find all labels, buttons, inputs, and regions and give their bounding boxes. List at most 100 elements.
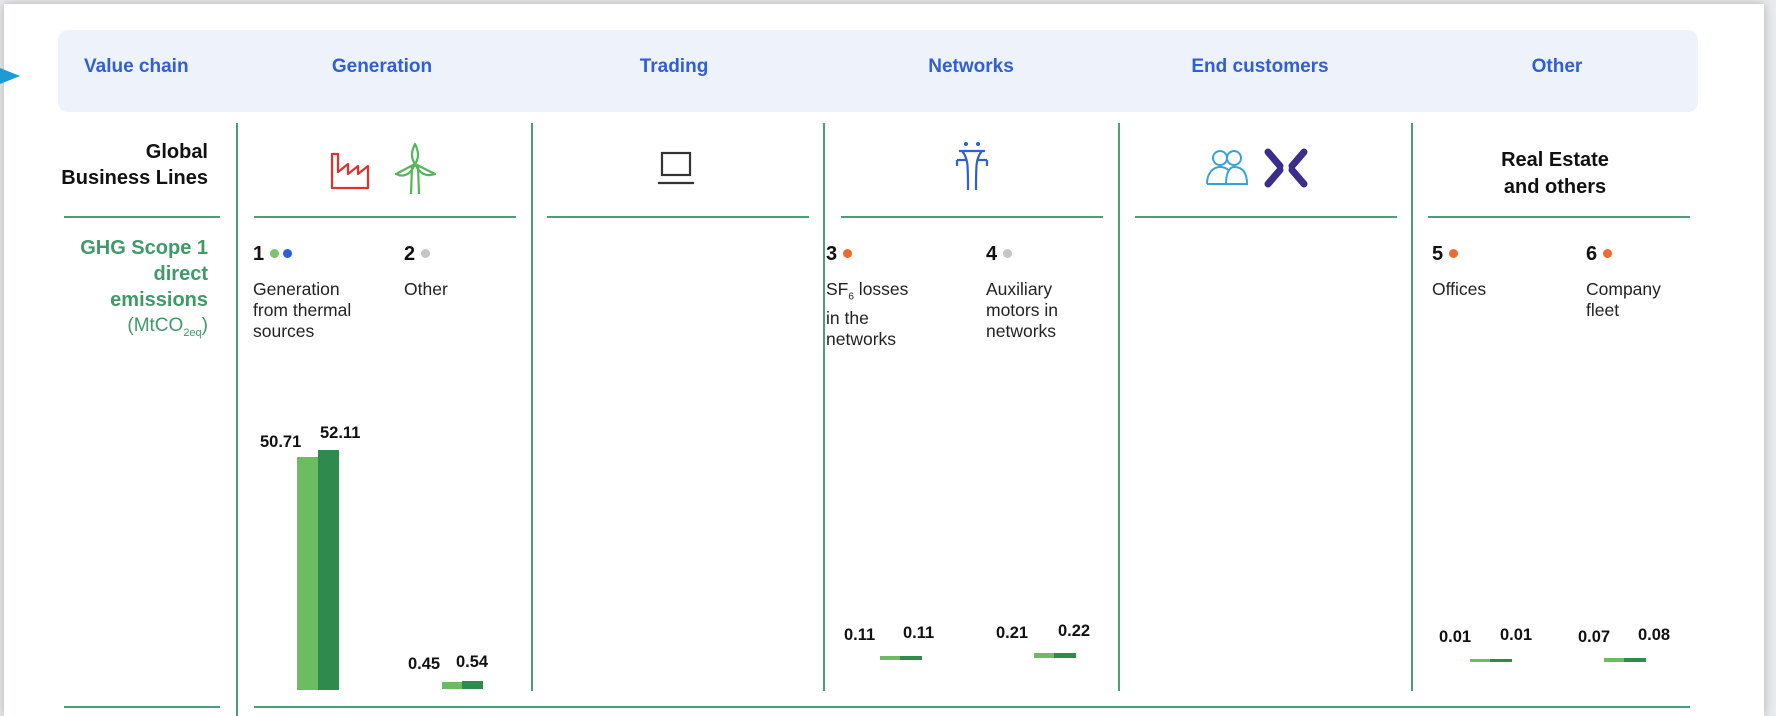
- global-label-line1: Global: [145, 141, 208, 163]
- item-6-line2: fleet: [1586, 300, 1620, 320]
- header-generation: Generation: [331, 56, 433, 77]
- scope-label-line3: emissions: [110, 289, 208, 311]
- value-label-5-series-1: 0.01: [1439, 628, 1472, 646]
- value-label-1-series-1: 50.71: [260, 432, 302, 451]
- item-1-line1: Generation: [253, 279, 340, 299]
- scope1-label: GHG Scope 1 direct emissions (MtCO2eq): [80, 235, 208, 346]
- item-5-number: 5: [1432, 243, 1459, 266]
- unit-sub: 2eq: [183, 326, 202, 339]
- item-1-line3: sources: [253, 321, 315, 341]
- item-4-desc: Auxiliary motors in networks: [986, 279, 1058, 342]
- divider-h-networks: [841, 216, 1103, 218]
- item-1-dot-blue: [283, 249, 293, 258]
- header-value-chain: Value chain: [84, 56, 189, 77]
- item-4-line3: networks: [986, 321, 1057, 341]
- header-trading: Trading: [639, 56, 709, 77]
- item-2-num-text: 2: [404, 243, 416, 265]
- global-label-line2: Business Lines: [61, 167, 208, 189]
- bar-5-series-2: [1490, 658, 1512, 662]
- scope-unit: (MtCO2eq): [80, 313, 208, 346]
- brand-x-icon: [1264, 148, 1308, 188]
- item-3-line3: networks: [826, 328, 897, 349]
- value-label-6-series-2: 0.08: [1638, 626, 1671, 644]
- value-label-4-series-1: 0.21: [996, 624, 1029, 642]
- factory-icon: [330, 152, 370, 190]
- bar-1-series-2: [318, 450, 339, 690]
- bar-1-series-1: [297, 456, 318, 690]
- bar-4-series-2: [1054, 652, 1076, 658]
- value-label-1-series-2: 52.11: [320, 424, 361, 443]
- value-label-2-series-2: 0.54: [456, 653, 489, 671]
- bar-4-series-1: [1034, 652, 1056, 658]
- divider-h-other: [1428, 216, 1690, 218]
- real-estate-label: Real Estate and others: [1450, 147, 1660, 201]
- scope-label-line1: GHG Scope 1: [80, 237, 208, 259]
- bar-3-series-2: [900, 655, 922, 660]
- item-3-desc: SF6 losses in the networks: [826, 279, 908, 350]
- value-label-4-series-2: 0.22: [1058, 622, 1091, 640]
- bar-6-series-1: [1604, 658, 1626, 662]
- item-5-num-text: 5: [1432, 243, 1444, 265]
- divider-h-customers: [1135, 216, 1397, 218]
- item-5-dot-orange: [1449, 249, 1459, 258]
- item-5-line1: Offices: [1432, 279, 1487, 299]
- item-1-num-text: 1: [253, 243, 265, 265]
- divider-v5: [1411, 123, 1413, 691]
- real-estate-line2: and others: [1503, 176, 1607, 198]
- customers-icon: [1206, 150, 1249, 185]
- unit-prefix: (MtCO: [127, 315, 184, 336]
- value-label-6-series-1: 0.07: [1578, 628, 1611, 646]
- pointer-arrow-icon: [0, 68, 20, 84]
- divider-v1: [236, 123, 238, 716]
- bar-2-series-2: [462, 680, 483, 689]
- item-1-dot-green: [270, 249, 280, 258]
- item-3-rest: losses: [853, 279, 909, 299]
- bar-5-series-1: [1470, 658, 1492, 662]
- divider-h-label: [64, 216, 220, 218]
- divider-v3: [823, 123, 825, 691]
- divider-h-bottom-label: [64, 706, 220, 708]
- value-label-3-series-2: 0.11: [903, 624, 935, 642]
- unit-suffix: ): [201, 315, 208, 336]
- wind-turbine-icon: [394, 142, 437, 195]
- value-label-2-series-1: 0.45: [408, 655, 441, 673]
- item-5-desc: Offices: [1432, 279, 1486, 300]
- divider-v2: [531, 123, 533, 691]
- item-3-num-text: 3: [826, 243, 838, 265]
- item-3-line2: in the: [826, 307, 869, 328]
- laptop-icon: [658, 151, 694, 185]
- value-label-5-series-2: 0.01: [1500, 626, 1533, 644]
- power-pylon-icon: [955, 142, 989, 191]
- item-6-desc: Company fleet: [1586, 279, 1661, 321]
- bar-3-series-1: [880, 655, 902, 660]
- item-2-line1: Other: [404, 279, 448, 299]
- global-business-lines-label: Global Business Lines: [61, 139, 208, 191]
- item-3-number: 3: [826, 243, 853, 266]
- item-6-num-text: 6: [1586, 243, 1598, 265]
- item-4-dot-grey: [1003, 249, 1013, 258]
- header-other: Other: [1531, 56, 1583, 77]
- divider-h-gen: [254, 216, 516, 218]
- item-4-number: 4: [986, 243, 1013, 266]
- item-3-line1: SF6 losses: [826, 279, 908, 308]
- divider-h-trading: [547, 216, 809, 218]
- item-1-line2: from thermal: [253, 300, 352, 320]
- value-label-3-series-1: 0.11: [844, 626, 876, 644]
- divider-v4: [1118, 123, 1120, 691]
- item-6-line1: Company: [1586, 279, 1661, 299]
- item-2-desc: Other: [404, 279, 448, 300]
- item-1-desc: Generation from thermal sources: [253, 279, 351, 342]
- item-4-line1: Auxiliary: [986, 279, 1053, 299]
- item-3-sf: SF: [826, 279, 849, 299]
- item-3-dot-orange: [843, 249, 853, 258]
- header-networks: Networks: [928, 56, 1014, 77]
- item-1-number: 1: [253, 243, 293, 266]
- item-2-dot-grey: [421, 249, 431, 258]
- item-6-dot-orange: [1603, 249, 1613, 258]
- item-4-num-text: 4: [986, 243, 998, 265]
- scope-label-line2: direct: [153, 263, 208, 285]
- divider-h-bottom: [254, 706, 1690, 708]
- bar-6-series-2: [1624, 658, 1646, 662]
- item-4-line2: motors in: [986, 300, 1058, 320]
- real-estate-line1: Real Estate: [1501, 149, 1609, 171]
